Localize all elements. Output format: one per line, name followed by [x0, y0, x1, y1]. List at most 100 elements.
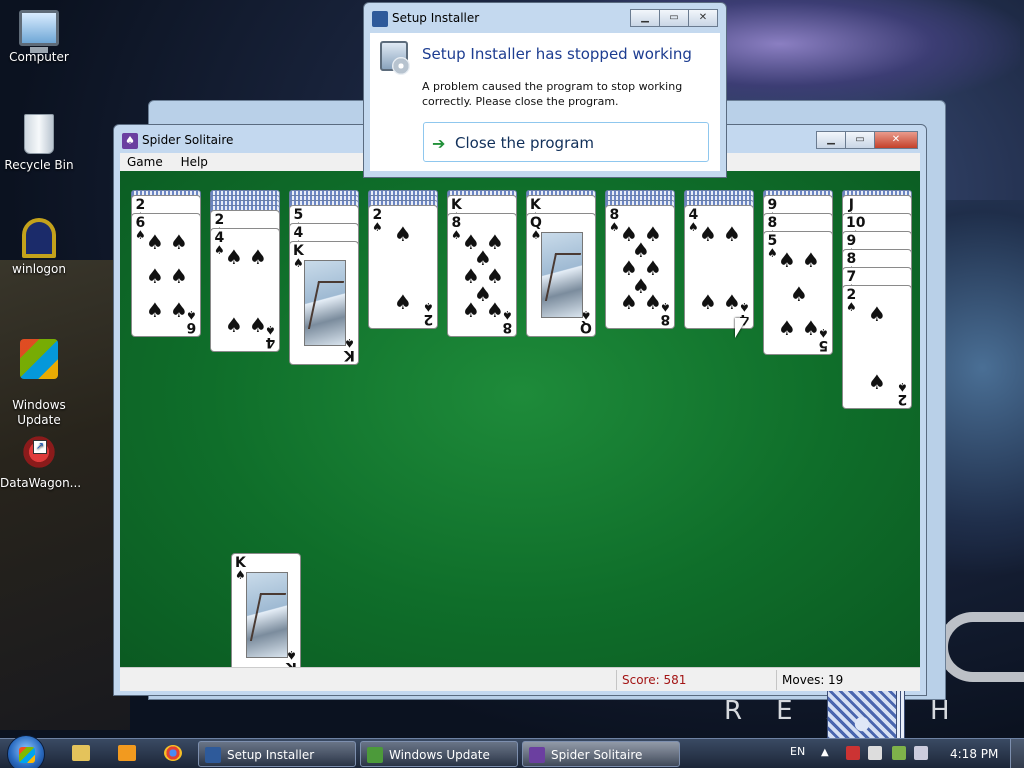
desktop-icon-datawagon[interactable]: ↗ DataWagon...: [0, 432, 81, 490]
maximize-button[interactable]: ▭: [845, 131, 875, 149]
tableau-card[interactable]: 4 ♠ 4 ♠ ♠ ♠ ♠ ♠: [210, 228, 280, 352]
spade-pip-icon: ♠: [644, 290, 662, 314]
show-desktop-button[interactable]: [1010, 739, 1024, 768]
dialog-title-bar[interactable]: Setup Installer ▁ ▭ ✕: [364, 3, 726, 33]
spade-pip-icon: ♠: [868, 302, 886, 326]
spider-solitaire-window[interactable]: ♠ Spider Solitaire ▁ ▭ ✕ Game Help 2♠ 6♠6…: [113, 124, 927, 768]
show-hidden-icons-arrow[interactable]: ▲: [821, 747, 829, 758]
window-title: Spider Solitaire: [142, 133, 234, 147]
foundation-card[interactable]: K♠K♠: [231, 553, 301, 677]
windows-update-icon: [367, 747, 383, 763]
tableau-card[interactable]: 6 ♠ 6 ♠ ♠ ♠ ♠ ♠ ♠ ♠: [131, 213, 201, 337]
tableau-card[interactable]: 8 ♠ 8 ♠ ♠ ♠ ♠ ♠ ♠ ♠ ♠ ♠: [605, 205, 675, 329]
score-text: Score: 581: [622, 673, 687, 687]
card-rank: 2♠: [846, 287, 857, 314]
close-button[interactable]: ✕: [874, 131, 918, 149]
tableau-card[interactable]: 8 ♠ 8 ♠ ♠ ♠ ♠ ♠ ♠ ♠ ♠ ♠: [447, 213, 517, 337]
setup-installer-dialog[interactable]: Setup Installer ▁ ▭ ✕ Setup Installer ha…: [363, 2, 727, 178]
spade-pip-icon: ♠: [802, 248, 820, 272]
taskbar: Setup Installer Windows Update Spider So…: [0, 735, 1024, 768]
close-program-button[interactable]: ➔ Close the program: [423, 122, 709, 162]
dialog-minimize-button[interactable]: ▁: [630, 9, 660, 27]
desktop-icon-windows-update[interactable]: Windows Update: [0, 324, 78, 428]
dialog-message: A problem caused the program to stop wor…: [422, 80, 683, 108]
dialog-heading: Setup Installer has stopped working: [422, 45, 692, 63]
menu-help[interactable]: Help: [174, 153, 215, 169]
tableau-card[interactable]: 2 ♠ 2 ♠ ♠ ♠: [368, 205, 438, 329]
winlogon-icon: [22, 218, 56, 258]
dialog-maximize-button[interactable]: ▭: [659, 9, 689, 27]
taskbar-label: Setup Installer: [227, 748, 315, 762]
spade-pip-icon: ♠: [723, 222, 741, 246]
desktop-icon-label: winlogon: [12, 262, 66, 276]
spade-pip-icon: ♠: [249, 313, 267, 337]
spade-pip-icon: ♠: [146, 298, 164, 322]
action-center-icon[interactable]: [846, 746, 860, 760]
status-bar: Score: 581 Moves: 19: [120, 667, 920, 691]
windows-update-icon: [20, 339, 58, 379]
desktop-icon-label: Recycle Bin: [4, 158, 74, 172]
spider-app-icon: ♠: [122, 133, 138, 149]
card-rank: K♠: [235, 555, 246, 582]
desktop-icon-recycle-bin[interactable]: Recycle Bin: [0, 114, 78, 172]
spade-pip-icon: ♠: [486, 298, 504, 322]
datawagon-icon: ↗: [19, 432, 59, 472]
spade-pip-icon: ♠: [699, 222, 717, 246]
spade-pip-icon: ♠: [249, 245, 267, 269]
spade-pip-icon: ♠: [170, 264, 188, 288]
language-indicator[interactable]: EN: [790, 745, 805, 758]
chrome-icon[interactable]: [164, 745, 182, 761]
menu-game[interactable]: Game: [120, 153, 170, 169]
card-rank: 2♠: [423, 300, 434, 327]
spade-pip-icon: ♠: [620, 290, 638, 314]
spade-pip-icon: ♠: [170, 298, 188, 322]
moves-value: 19: [828, 673, 844, 687]
face-card-art: [246, 572, 288, 658]
tableau-card[interactable]: 5 ♠ 5 ♠ ♠ ♠ ♠ ♠ ♠: [763, 231, 833, 355]
desktop-icon-computer[interactable]: Computer: [0, 10, 78, 64]
spade-pip-icon: ♠: [170, 230, 188, 254]
moves-label: Moves:: [782, 673, 825, 687]
spade-pip-icon: ♠: [394, 222, 412, 246]
spade-pip-icon: ♠: [802, 316, 820, 340]
close-program-label: Close the program: [455, 134, 595, 152]
game-table[interactable]: 2♠6♠6♠♠♠♠♠♠♠2♠4♠4♠♠♠♠♠5♠4♠K♠K♠2♠2♠♠♠K♠8♠…: [120, 171, 920, 768]
spade-pip-icon: ♠: [868, 370, 886, 394]
update-tray-icon[interactable]: [892, 746, 906, 760]
start-button[interactable]: [7, 735, 45, 768]
taskbar-button-setup-installer[interactable]: Setup Installer: [198, 741, 356, 767]
taskbar-button-spider-solitaire[interactable]: Spider Solitaire: [522, 741, 680, 767]
spade-pip-icon: ♠: [462, 298, 480, 322]
mouse-cursor-icon: [735, 318, 747, 338]
spade-pip-icon: ♠: [723, 290, 741, 314]
windows-logo-icon: [19, 747, 35, 763]
taskbar-button-windows-update[interactable]: Windows Update: [360, 741, 518, 767]
desktop-icon-label: Windows Update: [12, 398, 66, 427]
spade-pip-icon: ♠: [699, 290, 717, 314]
computer-icon: [19, 10, 59, 53]
card-rank: 4♠: [688, 207, 699, 234]
media-player-icon[interactable]: [118, 745, 136, 761]
tableau-card[interactable]: 4 ♠ 4 ♠ ♠ ♠ ♠ ♠: [684, 205, 754, 329]
card-rank: 2♠: [897, 380, 908, 407]
spade-pip-icon: ♠: [146, 230, 164, 254]
shortcut-arrow-icon: ↗: [33, 440, 47, 454]
clock[interactable]: 4:18 PM: [950, 747, 998, 761]
installer-icon: [205, 747, 221, 763]
card-rank: 4♠: [214, 230, 225, 257]
explorer-icon[interactable]: [72, 745, 90, 761]
spade-pip-icon: ♠: [394, 290, 412, 314]
card-rank: 2♠: [372, 207, 383, 234]
minimize-button[interactable]: ▁: [816, 131, 846, 149]
volume-icon[interactable]: [914, 746, 928, 760]
network-icon[interactable]: [868, 746, 882, 760]
taskbar-label: Spider Solitaire: [551, 748, 643, 762]
tableau-card[interactable]: Q ♠ Q ♠: [526, 213, 596, 337]
tableau-card[interactable]: 2 ♠ 2 ♠ ♠ ♠: [842, 285, 912, 409]
desktop-icon-winlogon[interactable]: winlogon: [0, 218, 78, 276]
dialog-close-button[interactable]: ✕: [688, 9, 718, 27]
taskbar-label: Windows Update: [389, 748, 490, 762]
spade-pip-icon: ♠: [225, 245, 243, 269]
spade-pip-icon: ♠: [790, 282, 808, 306]
tableau-card[interactable]: K ♠ K ♠: [289, 241, 359, 365]
